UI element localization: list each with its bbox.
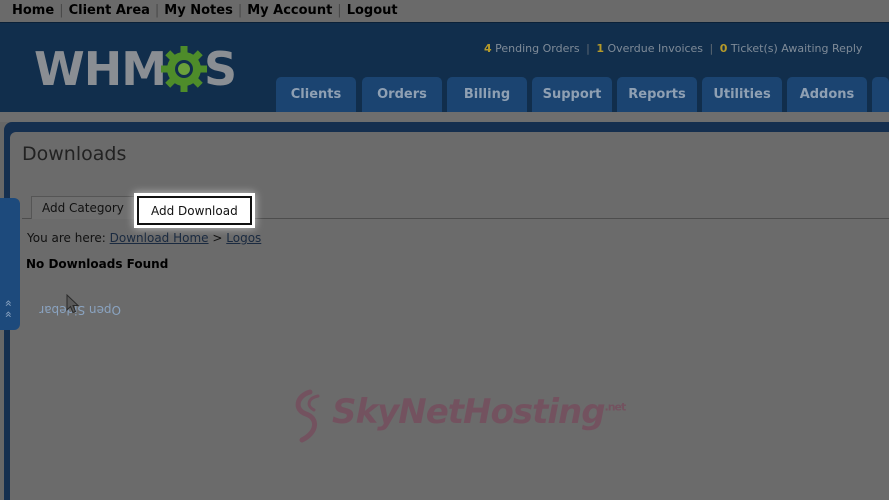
pending-label[interactable]: Pending Orders [495, 42, 579, 55]
pending-count[interactable]: 4 [484, 42, 492, 55]
whmcs-logo[interactable]: WHM S [34, 41, 237, 97]
empty-message: No Downloads Found [26, 257, 169, 271]
overdue-label[interactable]: Overdue Invoices [608, 42, 704, 55]
nav-logout-link[interactable]: Logout [347, 3, 398, 18]
add-download-tab[interactable]: Add Download [137, 196, 252, 225]
tickets-count[interactable]: 0 [720, 42, 728, 55]
tickets-label[interactable]: Ticket(s) Awaiting Reply [731, 42, 863, 55]
mouse-cursor-icon [66, 293, 80, 318]
watermark-text: SkyNetHosting.net [332, 392, 626, 432]
watermark-swirl-icon [295, 389, 320, 443]
tab-addons[interactable]: Addons [787, 77, 867, 113]
nav-client-area-link[interactable]: Client Area [69, 3, 150, 18]
header-separator [0, 112, 889, 122]
page-title: Downloads [22, 143, 127, 165]
breadcrumb-home-link[interactable]: Download Home [110, 231, 209, 245]
breadcrumb: You are here: Download Home > Logos [27, 231, 261, 245]
tab-utilities[interactable]: Utilities [702, 77, 782, 113]
add-category-tab[interactable]: Add Category [31, 196, 135, 219]
breadcrumb-current-link[interactable]: Logos [226, 231, 261, 245]
nav-home-link[interactable]: Home [12, 3, 54, 18]
header: WHM S 4 Pending Orders | 1 Overdue Invoi… [0, 22, 889, 113]
logo-graphic: WHM S [34, 42, 237, 96]
open-sidebar-toggle[interactable]: » Open Sidebar » [0, 198, 121, 330]
tab-billing[interactable]: Billing [447, 77, 527, 113]
breadcrumb-separator: > [212, 231, 223, 245]
header-stats: 4 Pending Orders | 1 Overdue Invoices | … [484, 42, 863, 55]
tab-more[interactable] [872, 77, 889, 113]
tab-support[interactable]: Support [532, 77, 612, 113]
nav-my-notes-link[interactable]: My Notes [164, 3, 233, 18]
tab-reports[interactable]: Reports [617, 77, 697, 113]
tab-orders[interactable]: Orders [362, 77, 442, 113]
breadcrumb-prefix: You are here: [27, 231, 106, 245]
open-sidebar-label: » Open Sidebar » [1, 299, 121, 319]
overdue-count[interactable]: 1 [596, 42, 604, 55]
svg-text:WHM: WHM [34, 42, 166, 96]
svg-text:S: S [204, 42, 236, 96]
watermark-logo: SkyNetHosting.net [288, 386, 626, 446]
top-nav: Home | Client Area | My Notes | My Account | Log… [0, 0, 889, 22]
tab-clients[interactable]: Clients [276, 77, 356, 113]
nav-my-account-link[interactable]: My Account [247, 3, 332, 18]
